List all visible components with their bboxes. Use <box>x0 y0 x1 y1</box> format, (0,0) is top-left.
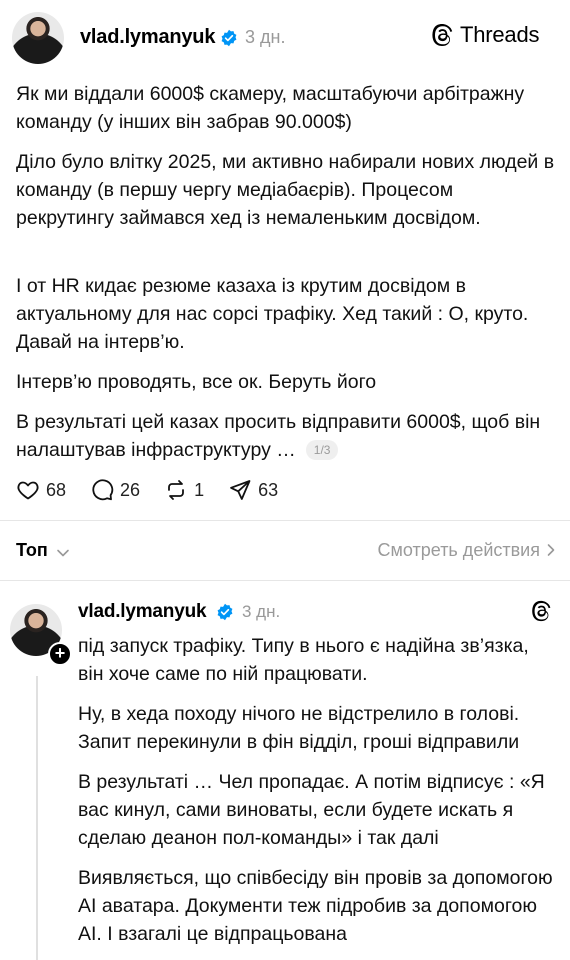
threads-brand-label: Threads <box>460 22 540 47</box>
repost-button[interactable]: 1 <box>164 478 204 502</box>
follow-plus-button[interactable]: + <box>48 642 72 666</box>
post-paragraph: Як ми віддали 6000$ скамеру, масштабуючи… <box>16 83 525 133</box>
reply-paragraph: Ну, в хеда походу нічого не відстрелило … <box>78 703 520 753</box>
sort-dropdown[interactable]: Топ <box>16 540 48 561</box>
reply-time: 3 дн. <box>242 602 281 621</box>
threads-logo-icon[interactable] <box>530 600 552 622</box>
avatar[interactable] <box>12 12 64 64</box>
post-time: 3 дн. <box>245 27 286 47</box>
plus-icon: + <box>54 643 66 663</box>
reply-paragraph: Виявляється, що співбесіду він провів за… <box>78 867 553 945</box>
threads-brand[interactable]: Threads <box>430 22 540 48</box>
reply-paragraph: В результаті … Чел пропадає. А потім від… <box>78 771 545 849</box>
post-username[interactable]: vlad.lymanyuk <box>80 26 215 49</box>
sort-row: Топ Смотреть действия <box>16 540 556 566</box>
divider <box>0 580 570 581</box>
repost-icon <box>168 480 184 500</box>
post-paragraph-last: В результаті цей казах просить відправит… <box>16 408 556 464</box>
post-actions: 68 26 1 63 <box>16 478 302 502</box>
like-count: 68 <box>46 479 67 500</box>
repost-count: 1 <box>194 479 205 500</box>
reply-username[interactable]: vlad.lymanyuk <box>78 601 207 623</box>
post-paragraph: Інтерв’ю проводять, все ок. Беруть його <box>16 371 377 393</box>
post-paragraph: Діло було влітку 2025, ми активно набира… <box>16 151 555 229</box>
post-paragraph-text: В результаті цей казах просить відправит… <box>16 411 541 461</box>
share-icon <box>230 480 251 500</box>
verified-badge-icon <box>221 29 237 47</box>
reply-paragraph: під запуск трафіку. Типу в нього є надій… <box>78 635 529 685</box>
threads-logo-icon <box>432 24 453 46</box>
chevron-right-icon <box>546 540 556 560</box>
thread-line <box>36 676 38 960</box>
share-count: 63 <box>258 479 279 500</box>
share-button[interactable]: 63 <box>228 478 278 502</box>
post-paragraph: І от HR кидає резюме казаха із крутим до… <box>16 275 529 353</box>
comment-icon <box>92 479 114 501</box>
post-header: vlad.lymanyuk 3 дн. Threads <box>0 0 570 72</box>
divider <box>0 520 570 521</box>
comment-button[interactable]: 26 <box>90 478 140 502</box>
view-activity-link[interactable]: Смотреть действия <box>378 540 556 561</box>
sort-label: Топ <box>16 540 48 560</box>
chevron-down-icon[interactable] <box>56 546 70 560</box>
verified-badge-icon <box>217 603 233 621</box>
like-button[interactable]: 68 <box>16 478 66 502</box>
heart-icon <box>17 481 39 500</box>
comment-count: 26 <box>120 479 141 500</box>
carousel-pager: 1/3 <box>305 440 339 460</box>
view-activity-label: Смотреть действия <box>377 540 540 560</box>
